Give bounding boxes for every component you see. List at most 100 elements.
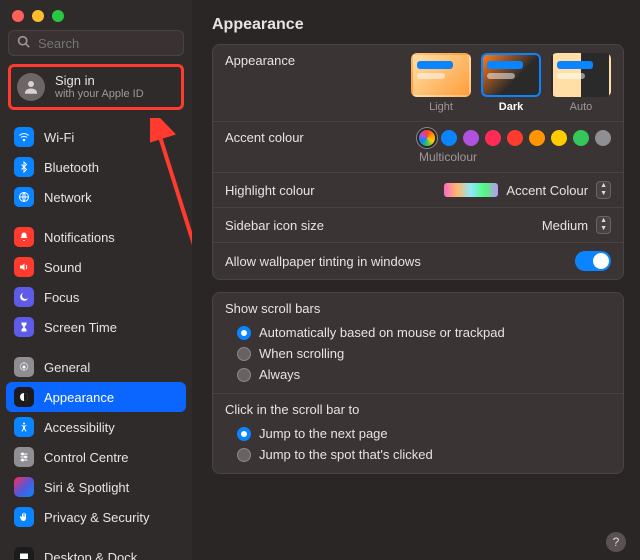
wifi-icon: [14, 127, 34, 147]
sidebar-item-notifications[interactable]: Notifications: [6, 222, 186, 252]
sidebar-icon-size-value: Medium: [542, 218, 588, 233]
siri-icon: [14, 477, 34, 497]
scroll-option-always[interactable]: Always: [225, 364, 611, 385]
sidebar-item-label: Focus: [44, 290, 79, 305]
sidebar-item-focus[interactable]: Focus: [6, 282, 186, 312]
sidebar-item-desktop-dock[interactable]: Desktop & Dock: [6, 542, 186, 560]
sidebar-item-label: Wi-Fi: [44, 130, 74, 145]
appearance-option-dark[interactable]: Dark: [481, 53, 541, 113]
appearance-option-light[interactable]: Light: [411, 53, 471, 113]
sidebar-item-screen-time[interactable]: Screen Time: [6, 312, 186, 342]
scroll-click-spot[interactable]: Jump to the spot that's clicked: [225, 444, 611, 465]
accent-colour-value: Multicolour: [419, 150, 611, 164]
sidebar-item-label: Control Centre: [44, 450, 129, 465]
sidebar-nav: Wi-Fi Bluetooth Network Notifications So…: [0, 118, 192, 560]
sidebar-item-sound[interactable]: Sound: [6, 252, 186, 282]
sidebar: Sign in with your Apple ID Wi-Fi Bluetoo…: [0, 0, 192, 560]
bell-icon: [14, 227, 34, 247]
maximize-button[interactable]: [52, 10, 64, 22]
appearance-option-auto[interactable]: Auto: [551, 53, 611, 113]
appearance-panel: Appearance Light Dark Auto Accent colour: [212, 44, 624, 280]
sidebar-icon-size-select[interactable]: Medium ▲▼: [542, 216, 611, 234]
sidebar-item-appearance[interactable]: Appearance: [6, 382, 186, 412]
sidebar-item-general[interactable]: General: [6, 352, 186, 382]
main-content: Appearance Appearance Light Dark Auto Ac…: [192, 0, 640, 560]
updown-icon: ▲▼: [596, 216, 611, 234]
appearance-icon: [14, 387, 34, 407]
wallpaper-tinting-label: Allow wallpaper tinting in windows: [225, 254, 565, 269]
accent-swatch-purple[interactable]: [463, 130, 479, 146]
sidebar-item-label: Appearance: [44, 390, 114, 405]
appearance-options: Light Dark Auto: [411, 53, 611, 113]
appearance-label: Appearance: [225, 53, 401, 68]
sidebar-item-label: Desktop & Dock: [44, 550, 137, 560]
sidebar-item-label: Siri & Spotlight: [44, 480, 129, 495]
sidebar-item-network[interactable]: Network: [6, 182, 186, 212]
hand-icon: [14, 507, 34, 527]
avatar-icon: [17, 73, 45, 101]
help-button[interactable]: ?: [606, 532, 626, 552]
sliders-icon: [14, 447, 34, 467]
page-title: Appearance: [212, 16, 624, 34]
highlight-preview-icon: [444, 183, 498, 197]
sidebar-item-label: Screen Time: [44, 320, 117, 335]
search-icon: [17, 35, 30, 51]
sidebar-item-label: Bluetooth: [44, 160, 99, 175]
radio-icon: [237, 326, 251, 340]
sidebar-item-label: Network: [44, 190, 92, 205]
sign-in-title: Sign in: [55, 74, 144, 88]
updown-icon: ▲▼: [596, 181, 611, 199]
wallpaper-tinting-toggle[interactable]: [575, 251, 611, 271]
search-field[interactable]: [8, 30, 184, 56]
sidebar-item-accessibility[interactable]: Accessibility: [6, 412, 186, 442]
accent-colour-label: Accent colour: [225, 130, 409, 145]
network-icon: [14, 187, 34, 207]
minimize-button[interactable]: [32, 10, 44, 22]
sidebar-item-label: General: [44, 360, 90, 375]
accent-swatch-blue[interactable]: [441, 130, 457, 146]
sign-in-subtitle: with your Apple ID: [55, 88, 144, 100]
radio-icon: [237, 368, 251, 382]
sidebar-item-control-centre[interactable]: Control Centre: [6, 442, 186, 472]
scroll-option-when-scrolling[interactable]: When scrolling: [225, 343, 611, 364]
settings-window: Sign in with your Apple ID Wi-Fi Bluetoo…: [0, 0, 640, 560]
accent-swatch-red[interactable]: [507, 130, 523, 146]
accent-swatch-pink[interactable]: [485, 130, 501, 146]
scroll-click-next-page[interactable]: Jump to the next page: [225, 423, 611, 444]
sidebar-item-label: Accessibility: [44, 420, 115, 435]
sidebar-item-label: Privacy & Security: [44, 510, 149, 525]
accent-swatch-green[interactable]: [573, 130, 589, 146]
accent-swatch-yellow[interactable]: [551, 130, 567, 146]
sidebar-icon-size-label: Sidebar icon size: [225, 218, 532, 233]
highlight-colour-value: Accent Colour: [506, 183, 588, 198]
radio-icon: [237, 448, 251, 462]
hourglass-icon: [14, 317, 34, 337]
scroll-panel: Show scroll bars Automatically based on …: [212, 292, 624, 474]
window-controls: [0, 0, 192, 30]
highlight-colour-label: Highlight colour: [225, 183, 434, 198]
close-button[interactable]: [12, 10, 24, 22]
accent-colour-swatches: [419, 130, 611, 146]
accent-swatch-orange[interactable]: [529, 130, 545, 146]
scroll-bars-label: Show scroll bars: [225, 301, 611, 316]
accent-swatch-multicolour[interactable]: [419, 130, 435, 146]
scroll-click-label: Click in the scroll bar to: [225, 402, 611, 417]
accent-swatch-graphite[interactable]: [595, 130, 611, 146]
speaker-icon: [14, 257, 34, 277]
sidebar-item-label: Notifications: [44, 230, 115, 245]
sidebar-item-privacy[interactable]: Privacy & Security: [6, 502, 186, 532]
accessibility-icon: [14, 417, 34, 437]
highlight-colour-select[interactable]: Accent Colour ▲▼: [444, 181, 611, 199]
sidebar-item-bluetooth[interactable]: Bluetooth: [6, 152, 186, 182]
search-input[interactable]: [36, 35, 175, 52]
scroll-option-auto[interactable]: Automatically based on mouse or trackpad: [225, 322, 611, 343]
sidebar-item-wifi[interactable]: Wi-Fi: [6, 122, 186, 152]
radio-icon: [237, 347, 251, 361]
desktop-icon: [14, 547, 34, 560]
radio-icon: [237, 427, 251, 441]
sidebar-item-label: Sound: [44, 260, 82, 275]
sign-in-row[interactable]: Sign in with your Apple ID: [8, 64, 184, 110]
sidebar-item-siri[interactable]: Siri & Spotlight: [6, 472, 186, 502]
gear-icon: [14, 357, 34, 377]
moon-icon: [14, 287, 34, 307]
